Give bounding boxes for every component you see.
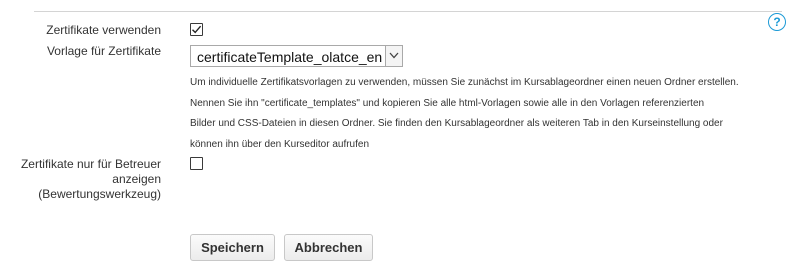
save-button[interactable]: Speichern xyxy=(190,234,275,261)
coach-only-label-line: Zertifikate nur für Betreuer xyxy=(20,157,161,171)
help-line: Nennen Sie ihn "certificate_templates" u… xyxy=(190,97,705,109)
coach-only-label-line: anzeigen xyxy=(112,172,161,186)
help-line: können ihn über den Kurseditor aufrufen xyxy=(190,138,370,150)
cancel-button[interactable]: Abbrechen xyxy=(284,234,373,261)
coach-only-label: Zertifikate nur für Betreuer anzeigen (B… xyxy=(21,157,161,202)
template-select[interactable]: certificateTemplate_olatce_en xyxy=(190,45,403,67)
checkmark-icon xyxy=(192,25,202,34)
help-line: Um individuelle Zertifikatsvorlagen zu v… xyxy=(190,77,739,88)
use-certificates-checkbox[interactable] xyxy=(190,23,203,36)
top-divider xyxy=(34,11,782,12)
template-help-text: Um individuelle Zertifikatsvorlagen zu v… xyxy=(190,73,790,155)
help-line: Bilder und CSS-Dateien in diesen Ordner.… xyxy=(190,118,723,129)
template-select-value: certificateTemplate_olatce_en xyxy=(197,49,383,65)
coach-only-label-line: (Bewertungswerkzeug) xyxy=(38,187,161,201)
use-certificates-label: Zertifikate verwenden xyxy=(46,23,161,37)
question-circle-icon[interactable]: ? xyxy=(768,13,786,31)
coach-only-checkbox[interactable] xyxy=(190,157,203,170)
chevron-down-icon[interactable] xyxy=(385,46,402,66)
template-label: Vorlage für Zertifikate xyxy=(46,44,161,58)
